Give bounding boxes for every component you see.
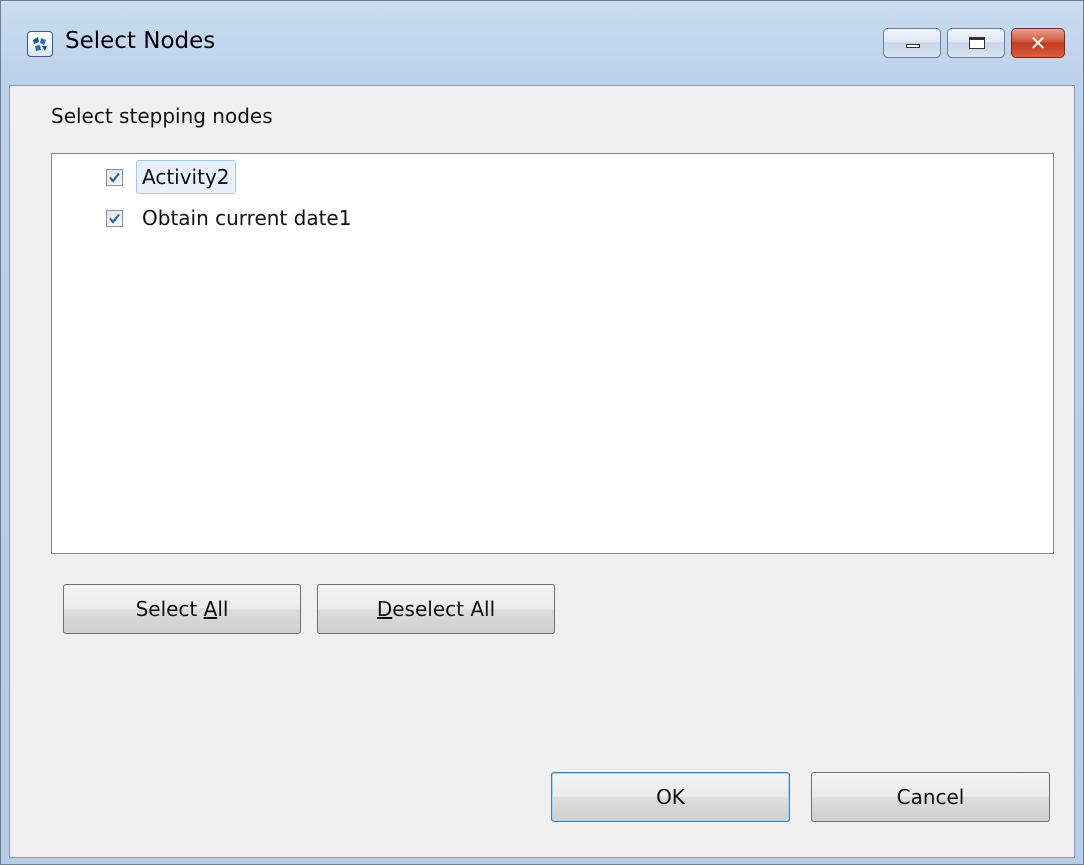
node-list[interactable]: Activity2 Obtain current date1 [51,153,1054,554]
dialog-content: Select stepping nodes Activity2 Obtain c… [9,85,1075,858]
select-all-label-end: ll [217,597,229,621]
deselect-all-label-end: eselect All [392,597,496,621]
select-all-label-start: Select [135,597,204,621]
checkmark-icon [109,213,120,224]
close-button[interactable]: ✕ [1011,28,1065,58]
close-icon: ✕ [1029,31,1047,55]
node-label[interactable]: Obtain current date1 [136,201,357,235]
cancel-button[interactable]: Cancel [811,772,1050,822]
deselect-all-mnemonic: D [376,597,393,621]
node-checkbox[interactable] [106,210,123,227]
minimize-button[interactable] [883,28,941,58]
select-all-mnemonic: A [203,597,218,621]
node-label[interactable]: Activity2 [136,160,236,194]
app-logo-icon[interactable] [27,31,53,57]
dialog-window: Select Nodes ✕ Select stepping nodes Act… [0,0,1084,865]
instruction-label: Select stepping nodes [51,104,273,128]
window-title: Select Nodes [65,28,216,54]
title-bar[interactable]: Select Nodes ✕ [1,1,1083,85]
maximize-button[interactable] [947,28,1005,58]
maximize-icon [969,37,985,49]
ok-button[interactable]: OK [551,772,790,822]
node-checkbox[interactable] [106,169,123,186]
minimize-icon [906,44,920,48]
deselect-all-button[interactable]: Deselect All [317,584,555,634]
select-all-button[interactable]: Select All [63,584,301,634]
checkmark-icon [109,172,120,183]
